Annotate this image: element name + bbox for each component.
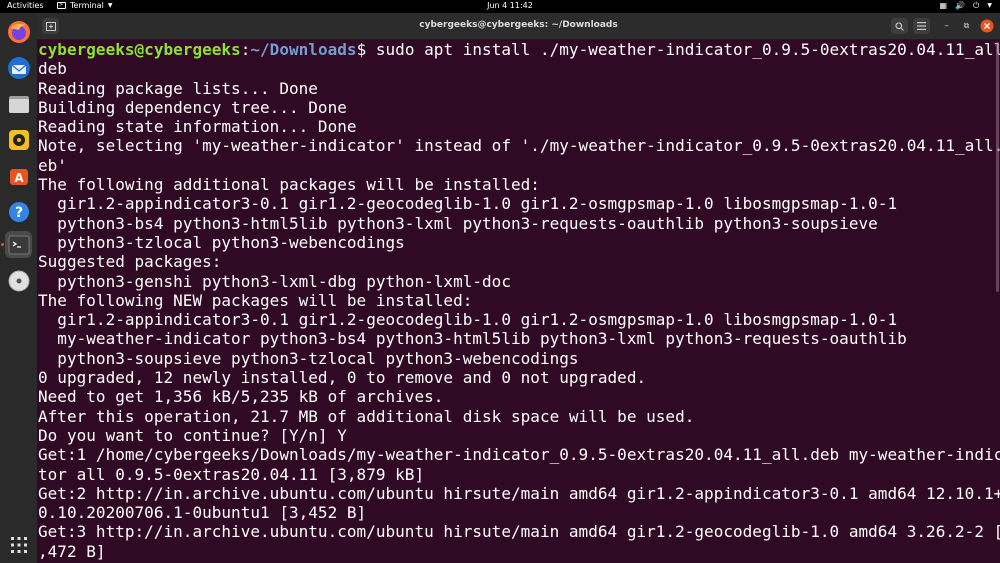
- chevron-down-icon: ▼: [107, 2, 113, 9]
- terminal-line: After this operation, 21.7 MB of additio…: [38, 406, 695, 426]
- prompt-path: ~/Downloads: [250, 40, 357, 59]
- minimize-button[interactable]: –: [938, 18, 955, 34]
- search-button[interactable]: [891, 18, 908, 34]
- prompt-separator: :: [240, 40, 251, 59]
- thunderbird-icon: [7, 56, 30, 79]
- terminal-line: my-weather-indicator python3-bs4 python3…: [38, 329, 907, 349]
- minimize-icon: –: [944, 21, 949, 31]
- rhythmbox-launcher[interactable]: [5, 126, 32, 153]
- terminal-line: Reading package lists... Done: [38, 78, 318, 98]
- thunderbird-launcher[interactable]: [5, 54, 32, 81]
- command-text: sudo apt install ./my-weather-indicator_…: [366, 40, 1000, 59]
- terminal-line: Get:3 http://in.archive.ubuntu.com/ubunt…: [38, 522, 1000, 542]
- rhythmbox-icon: [8, 129, 29, 150]
- volume-icon: 🔊: [955, 1, 966, 10]
- show-apps-button[interactable]: [5, 531, 32, 558]
- terminal-line: Reading state information... Done: [38, 117, 357, 137]
- terminal-line: python3-tzlocal python3-webencodings: [38, 232, 405, 252]
- close-icon: [980, 19, 993, 33]
- terminal-line: The following additional packages will b…: [38, 175, 540, 195]
- files-launcher[interactable]: [5, 90, 32, 117]
- search-icon: [895, 21, 904, 31]
- window-titlebar[interactable]: cybergeeks@cybergeeks: ~/Downloads – ⧉: [37, 13, 1000, 40]
- window-title: cybergeeks@cybergeeks: ~/Downloads: [419, 20, 618, 30]
- dock: A ?: [0, 13, 37, 563]
- activities-button[interactable]: Activities: [7, 1, 44, 10]
- clock[interactable]: Jun 4 11:42: [470, 1, 550, 10]
- terminal-line: Get:2 http://in.archive.ubuntu.com/ubunt…: [38, 483, 1000, 503]
- terminal-scrollbar[interactable]: [995, 40, 999, 563]
- terminal-line: 0 upgraded, 12 newly installed, 0 to rem…: [38, 368, 647, 388]
- show-apps-icon: [10, 536, 27, 553]
- terminal-line: Get:1 /home/cybergeeks/Downloads/my-weat…: [38, 445, 1000, 465]
- terminal-line: gir1.2-appindicator3-0.1 gir1.2-geocodeg…: [38, 194, 898, 214]
- terminal-line: Need to get 1,356 kB/5,235 kB of archive…: [38, 387, 444, 407]
- terminal-output: cybergeeks@cybergeeks:~/Downloads$ sudo …: [38, 40, 1000, 561]
- menu-button[interactable]: [913, 18, 930, 34]
- terminal-line: Suggested packages:: [38, 252, 222, 272]
- running-indicator: [1, 243, 4, 246]
- help-icon: ?: [8, 201, 29, 222]
- network-icon: ▦: [939, 1, 948, 10]
- disc-icon: [8, 270, 29, 291]
- software-launcher[interactable]: A: [5, 162, 32, 189]
- app-menu-label: Terminal: [70, 1, 104, 10]
- svg-text:A: A: [14, 171, 24, 185]
- terminal-line: deb: [38, 59, 67, 79]
- terminal-line: tor all 0.9.5-0extras20.04.11 [3,879 kB]: [38, 464, 425, 484]
- maximize-icon: ⧉: [963, 21, 970, 30]
- terminal-line: 0.10.20200706.1-0ubuntu1 [3,452 B]: [38, 503, 367, 523]
- close-button[interactable]: [978, 18, 995, 34]
- terminal-line: Note, selecting 'my-weather-indicator' i…: [38, 136, 1000, 156]
- app-menu[interactable]: > Terminal ▼: [57, 1, 112, 10]
- hamburger-icon: [917, 22, 926, 30]
- terminal-view[interactable]: cybergeeks@cybergeeks:~/Downloads$ sudo …: [37, 40, 1000, 563]
- terminal-line: gir1.2-appindicator3-0.1 gir1.2-geocodeg…: [38, 310, 898, 330]
- terminal-line: Building dependency tree... Done: [38, 97, 347, 117]
- prompt-symbol: $: [356, 40, 367, 59]
- svg-text:?: ?: [14, 205, 22, 221]
- prompt-line: cybergeeks@cybergeeks:~/Downloads$ sudo …: [38, 40, 1000, 59]
- disc-launcher[interactable]: [5, 267, 32, 294]
- terminal-line: python3-bs4 python3-html5lib python3-lxm…: [38, 213, 878, 233]
- system-tray[interactable]: ▦ 🔊 ⏻ ▼: [940, 1, 992, 11]
- terminal-line: eb': [38, 155, 67, 175]
- terminal-line: The following NEW packages will be insta…: [38, 290, 473, 310]
- prompt-user: cybergeeks@cybergeeks: [38, 40, 241, 59]
- terminal-line: python3-genshi python3-lxml-dbg python-l…: [38, 271, 511, 291]
- scrollbar-thumb[interactable]: [996, 42, 999, 292]
- terminal-line: python3-soupsieve python3-tzlocal python…: [38, 348, 579, 368]
- terminal-launcher[interactable]: [5, 231, 32, 258]
- terminal-icon: [8, 235, 29, 254]
- top-bar: Activities > Terminal ▼ Jun 4 11:42 ▦ 🔊 …: [0, 0, 1000, 13]
- power-icon: ⏻: [973, 1, 980, 10]
- help-launcher[interactable]: ?: [5, 198, 32, 225]
- terminal-small-icon: >: [57, 2, 66, 9]
- firefox-icon: [7, 20, 30, 43]
- maximize-button[interactable]: ⧉: [958, 18, 975, 34]
- files-icon: [8, 95, 29, 113]
- chevron-down-icon: ▼: [987, 2, 992, 9]
- terminal-line: ,472 B]: [38, 541, 106, 561]
- firefox-launcher[interactable]: [5, 18, 32, 45]
- terminal-line: Do you want to continue? [Y/n] Y: [38, 425, 347, 445]
- software-icon: A: [9, 168, 28, 185]
